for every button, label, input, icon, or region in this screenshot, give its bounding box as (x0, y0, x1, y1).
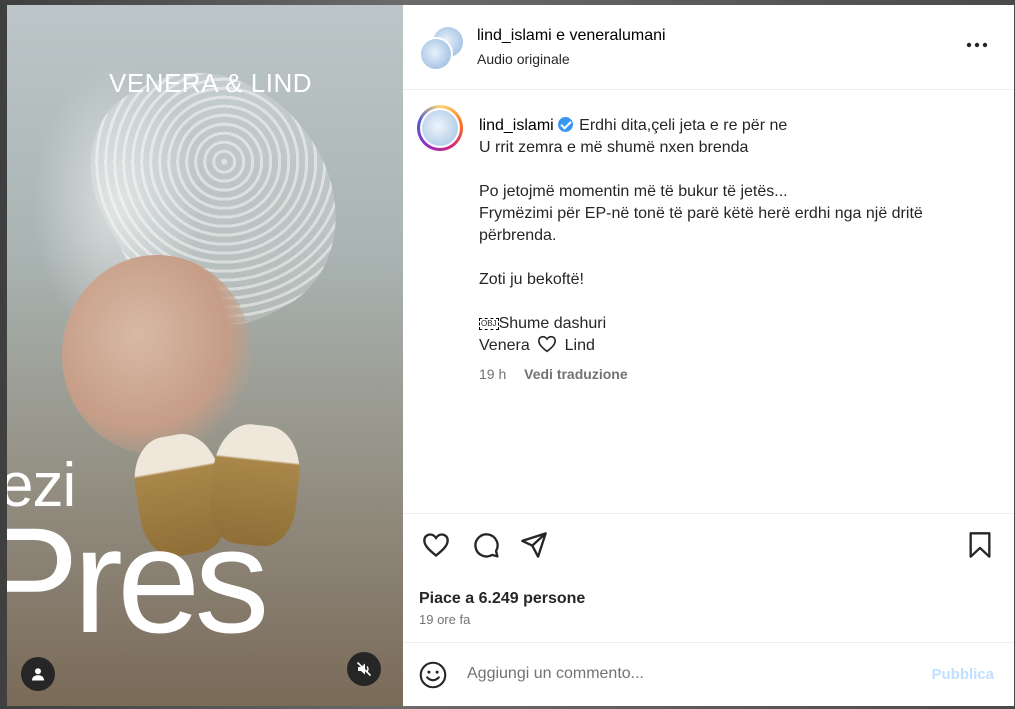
verified-badge-icon (557, 117, 573, 132)
avatar (422, 110, 458, 146)
tagged-users-button[interactable] (21, 657, 55, 691)
caption-line: Frymëzimi për EP-në tonë të parë këtë he… (479, 205, 923, 244)
likes-count[interactable]: Piace a 6.249 persone (419, 590, 585, 608)
heart-icon (423, 533, 449, 557)
caption-body: lind_islami Erdhi dita,çeli jeta e re pë… (479, 115, 979, 385)
caption-line: Erdhi dita,çeli jeta e re për ne (579, 117, 788, 134)
caption-line: U rrit zemra e më shumë nxen brenda (479, 139, 749, 156)
post-side-panel: lind_islami e veneralumani Audio origina… (403, 5, 1014, 706)
caption-time[interactable]: 19 h (479, 366, 506, 382)
mute-button[interactable] (347, 652, 381, 686)
post-header: lind_islami e veneralumani Audio origina… (403, 5, 1014, 90)
emoji-button[interactable] (419, 661, 447, 694)
caption-line: Shume dashuri (498, 315, 607, 332)
emoji-icon (419, 661, 447, 689)
action-bar (403, 513, 1014, 590)
post-modal: VENERA & LIND ezi Pres lind_islami e ven… (7, 5, 1014, 706)
caption-username[interactable]: lind_islami (479, 117, 554, 134)
collab-avatars[interactable] (419, 25, 467, 73)
post-media[interactable]: VENERA & LIND ezi Pres (7, 5, 403, 706)
comment-box: Aggiungi un commento... Pubblica (403, 642, 1014, 706)
likes-section: Piace a 6.249 persone 19 ore fa (403, 590, 1014, 642)
object-placeholder-glyph: OBJ (479, 318, 499, 330)
share-icon (521, 532, 547, 558)
caption-line: Zoti ju bekoftë! (479, 271, 584, 288)
caption-line: Po jetojmë momentin më të bukur të jetës… (479, 183, 788, 200)
media-title-text: VENERA & LIND (109, 68, 313, 98)
bookmark-icon (969, 532, 991, 558)
more-horizontal-icon (966, 42, 988, 48)
post-caption: lind_islami Erdhi dita,çeli jeta e re pë… (403, 90, 1014, 513)
muted-speaker-icon (356, 661, 372, 677)
audio-link[interactable]: Audio originale (477, 51, 570, 67)
share-button[interactable] (519, 530, 549, 560)
post-comment-button[interactable]: Pubblica (931, 666, 994, 683)
post-time: 19 ore fa (419, 612, 471, 627)
media-overlay-line2: Pres (7, 496, 269, 664)
like-button[interactable] (421, 530, 451, 560)
signature-left: Venera (479, 337, 530, 354)
user-icon (32, 668, 44, 681)
more-options-button[interactable] (962, 33, 992, 57)
signature-right: Lind (564, 337, 595, 354)
hands (62, 255, 252, 455)
avatar (419, 37, 453, 71)
caption-meta: 19 h Vedi traduzione (479, 363, 979, 385)
comment-button[interactable] (471, 530, 501, 560)
heart-emoji-icon (538, 335, 557, 353)
save-button[interactable] (965, 530, 995, 560)
post-authors[interactable]: lind_islami e veneralumani (477, 27, 666, 45)
comment-icon (474, 533, 499, 558)
caption-avatar[interactable] (417, 105, 463, 151)
see-translation-link[interactable]: Vedi traduzione (524, 366, 627, 382)
comment-input[interactable]: Aggiungi un commento... (467, 665, 644, 683)
